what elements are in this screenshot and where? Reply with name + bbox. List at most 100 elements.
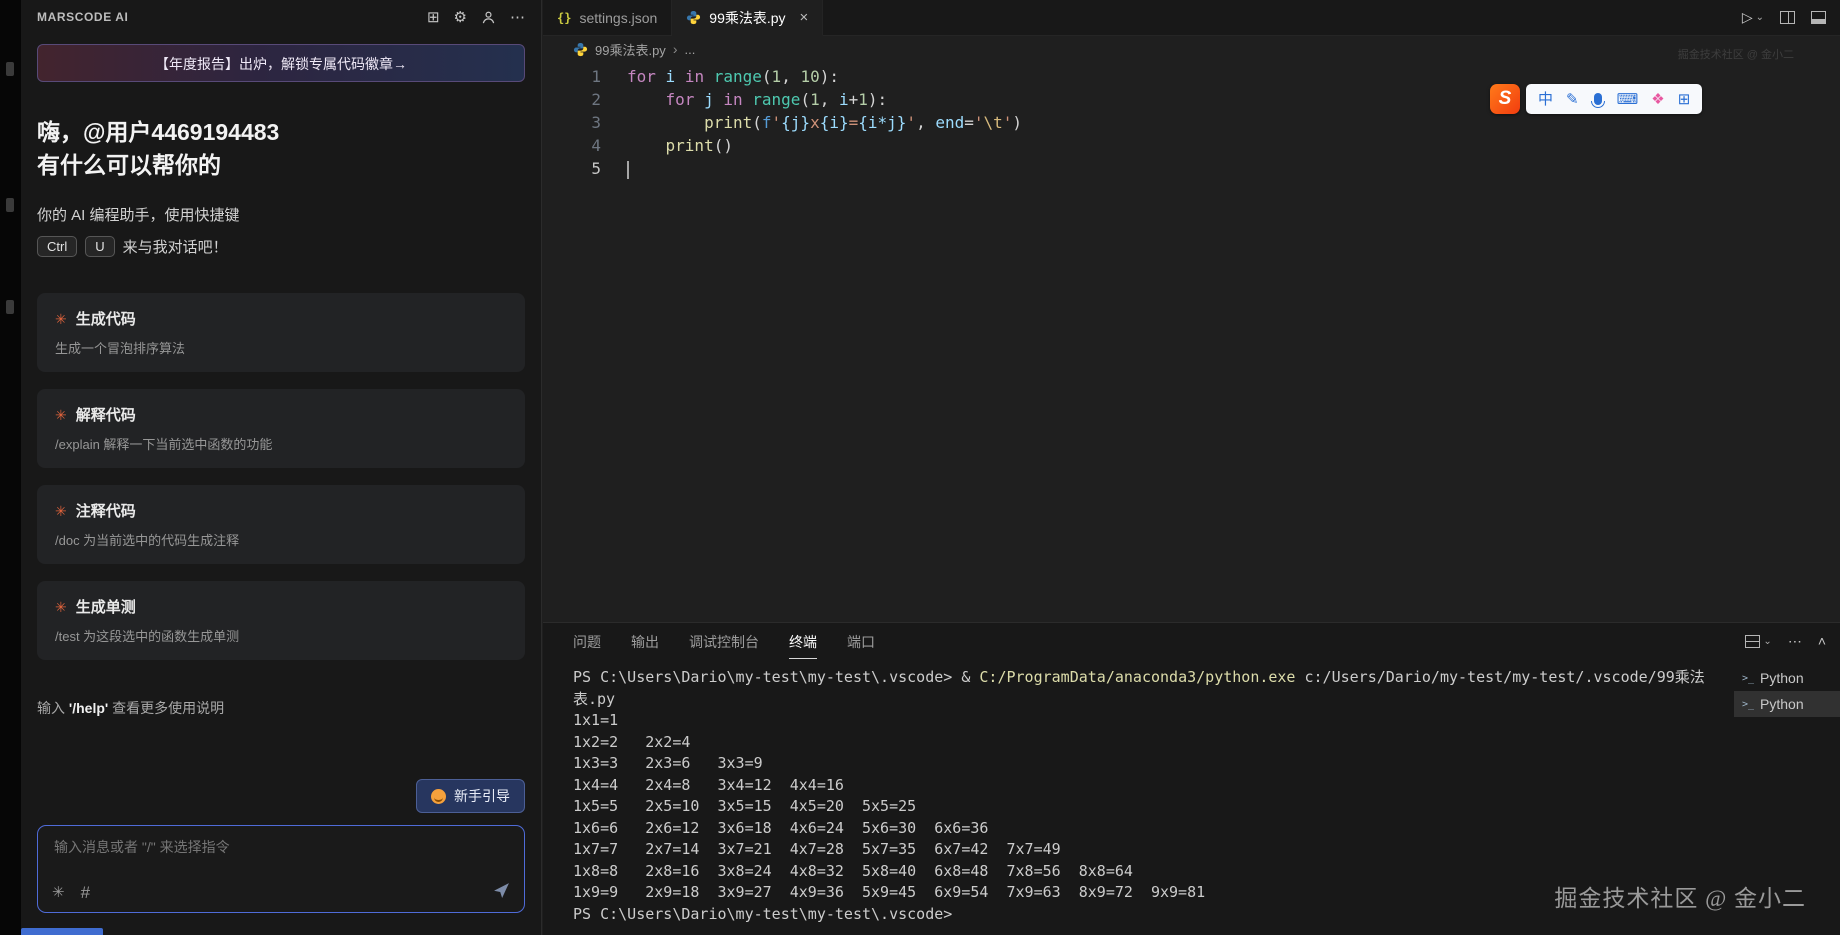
ctrl-key: Ctrl bbox=[37, 236, 77, 257]
layout-button[interactable] bbox=[1811, 11, 1826, 24]
code-text: print(f'{j}x{i}={i*j}', end='\t') bbox=[627, 113, 1022, 132]
split-editor-icon bbox=[1780, 11, 1795, 24]
tab-99乘法表.py[interactable]: 99乘法表.py × bbox=[672, 0, 823, 36]
card-title-row: ✳注释代码 bbox=[55, 500, 507, 521]
activity-mark bbox=[6, 198, 14, 212]
u-key: U bbox=[85, 236, 114, 257]
terminal-prompt: PS C:\Users\Dario\my-test\my-test\.vscod… bbox=[573, 904, 1724, 926]
run-button[interactable]: ▷ ⌄ bbox=[1742, 9, 1764, 26]
card-description: 生成一个冒泡排序算法 bbox=[55, 338, 507, 357]
chevron-down-icon: ⌄ bbox=[1756, 12, 1764, 23]
line-number: 2 bbox=[543, 88, 601, 111]
code-text: for j in range(1, i+1): bbox=[627, 90, 887, 109]
terminal-output-line: 1x9=9 2x9=18 3x9=27 4x9=36 5x9=45 6x9=54… bbox=[573, 882, 1724, 904]
app-window: MARSCODE AI ⊞ ⚙ ⋯ 【年度报告】出炉，解锁专属代码徽章→ 嗨，@… bbox=[0, 0, 1840, 935]
send-icon[interactable] bbox=[493, 882, 510, 902]
ime-skin-icon[interactable]: ❖ bbox=[1651, 92, 1664, 107]
shortcut-hint: Ctrl U 来与我对话吧！ bbox=[37, 236, 525, 257]
card-title-row: ✳ 解释代码 bbox=[55, 404, 507, 425]
terminal-output-line: 1x3=3 2x3=6 3x3=9 bbox=[573, 753, 1724, 775]
breadcrumb[interactable]: 99乘法表.py › ... bbox=[543, 36, 1840, 62]
line-number: 3 bbox=[543, 111, 601, 134]
marscode-sidebar: MARSCODE AI ⊞ ⚙ ⋯ 【年度报告】出炉，解锁专属代码徽章→ 嗨，@… bbox=[21, 0, 542, 935]
code-line: 5 bbox=[543, 157, 1840, 180]
help-prefix: 输入 bbox=[37, 700, 69, 716]
panel-tab-终端[interactable]: 终端 bbox=[789, 624, 817, 659]
sogou-logo-icon[interactable]: S bbox=[1490, 84, 1520, 114]
card-description: /explain 解释一下当前选中函数的功能 bbox=[55, 434, 507, 453]
code-text bbox=[627, 159, 629, 178]
marscode-title: MARSCODE AI bbox=[37, 10, 129, 24]
sparkle-icon: ✳ bbox=[55, 408, 67, 422]
annual-report-banner[interactable]: 【年度报告】出炉，解锁专属代码徽章→ bbox=[37, 44, 525, 82]
greeting-text: 嗨，@用户4469194483 有什么可以帮你的 bbox=[37, 116, 525, 182]
sparkle-icon: ✳ bbox=[55, 504, 67, 518]
terminal-command: PS C:\Users\Dario\my-test\my-test\.vscod… bbox=[573, 667, 1724, 689]
greeting-line1: 嗨，@用户4469194483 bbox=[37, 116, 525, 149]
sogou-ime-toolbar[interactable]: S 中 ✎ ⌨ ❖ ⊞ bbox=[1490, 84, 1702, 114]
python-icon bbox=[686, 10, 701, 25]
sidebar-header: MARSCODE AI ⊞ ⚙ ⋯ bbox=[21, 0, 541, 34]
sparkle-icon: ✳ bbox=[55, 312, 67, 326]
terminal-output-line: 1x2=2 2x2=4 bbox=[573, 732, 1724, 754]
card-description: /doc 为当前选中的代码生成注释 bbox=[55, 530, 507, 549]
help-command: '/help' bbox=[69, 700, 108, 716]
terminal-list-item[interactable]: >_Python bbox=[1734, 665, 1840, 691]
suggestion-card[interactable]: ✳ 生成代码生成一个冒泡排序算法 bbox=[37, 293, 525, 372]
chevron-right-icon: › bbox=[673, 41, 678, 57]
suggestion-card[interactable]: ✳ 解释代码/explain 解释一下当前选中函数的功能 bbox=[37, 389, 525, 468]
maximize-panel-button[interactable]: ˄ bbox=[1818, 633, 1826, 649]
tab-label: 99乘法表.py bbox=[709, 8, 785, 28]
onboarding-button[interactable]: 新手引导 bbox=[416, 779, 525, 813]
ime-mic-icon[interactable] bbox=[1594, 93, 1602, 105]
terminal-list-item[interactable]: >_Python bbox=[1734, 691, 1840, 717]
suggestion-card[interactable]: ✳生成单测/test 为这段选中的函数生成单测 bbox=[37, 581, 525, 660]
panel-tab-bar: 问题输出调试控制台终端端口 ⌄ ⋯ ˄ bbox=[543, 623, 1840, 659]
settings-gear-icon[interactable]: ⚙ bbox=[454, 10, 467, 25]
card-description: /test 为这段选中的函数生成单测 bbox=[55, 626, 507, 645]
ime-lang-icon[interactable]: 中 bbox=[1538, 92, 1553, 107]
panel-tab-输出[interactable]: 输出 bbox=[631, 624, 659, 659]
more-icon[interactable]: ⋯ bbox=[510, 10, 525, 25]
panel-tab-调试控制台[interactable]: 调试控制台 bbox=[689, 624, 759, 659]
terminal-label: Python bbox=[1760, 696, 1804, 712]
code-text: print() bbox=[627, 136, 733, 155]
terminal-label: Python bbox=[1760, 670, 1804, 686]
tab-label: settings.json bbox=[579, 10, 657, 26]
split-panel-icon bbox=[1745, 635, 1760, 648]
sparkle-icon: ✳ bbox=[55, 600, 67, 614]
terminal-output-line: 1x4=4 2x4=8 3x4=12 4x4=16 bbox=[573, 775, 1724, 797]
breadcrumb-more[interactable]: ... bbox=[684, 42, 695, 57]
chat-text-input[interactable] bbox=[52, 838, 514, 856]
panel-tab-端口[interactable]: 端口 bbox=[847, 624, 875, 659]
help-hint: 输入 '/help' 查看更多使用说明 bbox=[37, 698, 525, 718]
ime-pen-icon[interactable]: ✎ bbox=[1566, 92, 1579, 107]
sparkle-command-icon[interactable]: ✳ bbox=[52, 885, 65, 900]
split-editor-button[interactable] bbox=[1780, 11, 1795, 24]
tab-settings.json[interactable]: {}settings.json bbox=[543, 0, 672, 35]
breadcrumb-file[interactable]: 99乘法表.py bbox=[595, 40, 666, 59]
greeting-line2: 有什么可以帮你的 bbox=[37, 149, 525, 182]
card-title: 生成代码 bbox=[76, 308, 136, 329]
account-icon[interactable] bbox=[481, 10, 496, 25]
code-line: 3 print(f'{j}x{i}={i*j}', end='\t') bbox=[543, 111, 1840, 134]
suggestion-card[interactable]: ✳注释代码/doc 为当前选中的代码生成注释 bbox=[37, 485, 525, 564]
editor-tab-bar: {}settings.json 99乘法表.py × ▷ ⌄ bbox=[543, 0, 1840, 36]
new-chat-icon[interactable]: ⊞ bbox=[427, 10, 440, 25]
terminal-view-button[interactable]: ⌄ bbox=[1745, 635, 1771, 648]
close-icon[interactable]: × bbox=[800, 9, 809, 26]
card-title: 解释代码 bbox=[76, 404, 136, 425]
chat-input-box[interactable]: ✳ # bbox=[37, 825, 525, 913]
code-editor[interactable]: 1for i in range(1, 10):2 for j in range(… bbox=[543, 62, 1840, 622]
code-text: for i in range(1, 10): bbox=[627, 67, 839, 86]
assistant-subtitle: 你的 AI 编程助手，使用快捷键 bbox=[37, 204, 525, 225]
run-icon: ▷ bbox=[1742, 9, 1753, 26]
panel-tab-问题[interactable]: 问题 bbox=[573, 624, 601, 659]
ime-keyboard-icon[interactable]: ⌨ bbox=[1617, 92, 1639, 107]
terminal-output-line: 1x7=7 2x7=14 3x7=21 4x7=28 5x7=35 6x7=42… bbox=[573, 839, 1724, 861]
panel-more-button[interactable]: ⋯ bbox=[1788, 633, 1802, 650]
activity-mark bbox=[6, 300, 14, 314]
context-hash-button[interactable]: # bbox=[81, 884, 90, 901]
ime-toolbox-icon[interactable]: ⊞ bbox=[1678, 92, 1691, 107]
terminal-output-line: 1x5=5 2x5=10 3x5=15 4x5=20 5x5=25 bbox=[573, 796, 1724, 818]
